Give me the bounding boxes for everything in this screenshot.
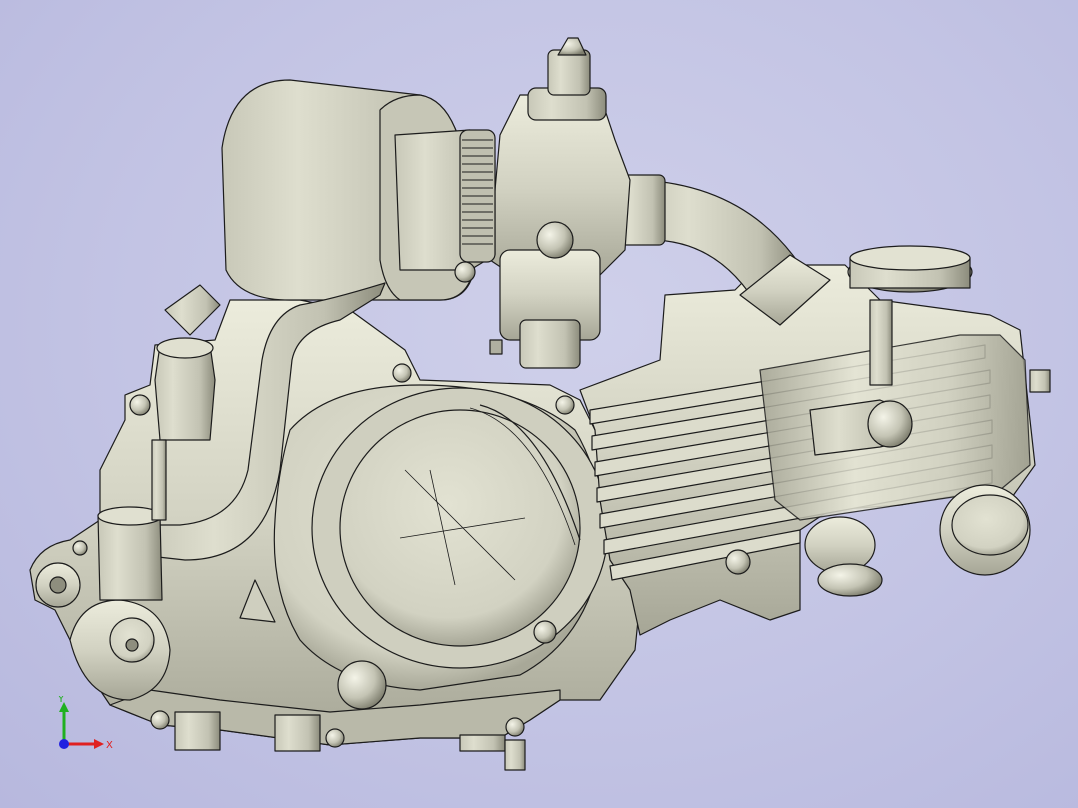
stud-right <box>1029 369 1051 393</box>
z-axis-dot <box>59 739 69 749</box>
hose-fitting <box>97 514 163 601</box>
oil-drain <box>504 739 526 771</box>
breather-tower <box>154 344 216 441</box>
foot-3 <box>459 734 506 752</box>
axis-triad: Y X <box>57 696 113 751</box>
carb-top-cap <box>547 49 591 96</box>
gear-shift-boss <box>337 660 387 710</box>
engine-model[interactable] <box>0 0 1078 808</box>
y-axis-label: Y <box>57 696 65 705</box>
pushrod-tube <box>151 439 167 521</box>
carb-drain <box>489 339 503 355</box>
breather-elbow <box>164 284 221 336</box>
3d-viewport[interactable]: Y X <box>0 0 1078 808</box>
foot-2 <box>274 714 321 752</box>
foot-1 <box>174 711 221 751</box>
carb-cable-nipple <box>557 37 587 56</box>
oil-cap-stem <box>869 299 893 386</box>
x-axis-label: X <box>106 740 113 751</box>
